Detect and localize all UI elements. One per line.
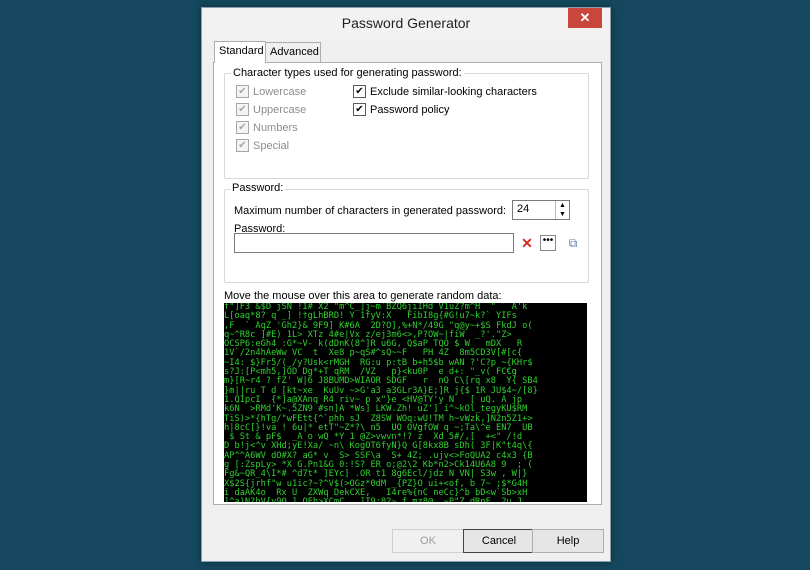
exclude-similar-check-icon: ✔: [353, 84, 366, 98]
numbers-checkbox[interactable]: ✔ Numbers: [236, 120, 298, 135]
password-policy-checkbox[interactable]: ✔ Password policy: [353, 102, 449, 117]
random-data-area[interactable]: f"]F3 &$D jSN !I# X2 "m^C_]j~m`BZQ6jiIHd…: [224, 303, 587, 502]
title-bar: Password Generator ✕: [202, 8, 610, 38]
reveal-password-icon[interactable]: •••: [540, 235, 556, 251]
exclude-similar-checkbox[interactable]: ✔ Exclude similar-looking characters: [353, 84, 537, 99]
max-length-label: Maximum number of characters in generate…: [234, 205, 507, 217]
lowercase-checkbox[interactable]: ✔ Lowercase: [236, 84, 306, 99]
character-types-legend: Character types used for generating pass…: [231, 67, 464, 79]
character-types-group: Character types used for generating pass…: [224, 67, 589, 179]
random-data-line: ]^a)N?bV{y9Q ] QFh>XCmC ]T9;82~ f mz8@ ~…: [224, 497, 587, 502]
clear-password-icon[interactable]: ✕: [517, 233, 537, 253]
password-policy-check-icon: ✔: [353, 102, 366, 116]
random-data-label: Move the mouse over this area to generat…: [224, 290, 502, 302]
password-group-legend: Password:: [230, 182, 286, 194]
tab-advanced[interactable]: Advanced: [265, 42, 321, 62]
spin-arrows-icon[interactable]: ▲ ▼: [555, 201, 569, 219]
cancel-button[interactable]: Cancel: [463, 529, 535, 553]
password-input[interactable]: [234, 233, 514, 253]
copy-password-icon[interactable]: ⧉: [563, 233, 583, 253]
help-button[interactable]: Help: [532, 529, 604, 553]
special-checkbox[interactable]: ✔ Special: [236, 138, 289, 153]
tab-standard[interactable]: Standard: [214, 41, 266, 63]
close-button[interactable]: ✕: [568, 8, 602, 28]
standard-tab-panel: Character types used for generating pass…: [213, 62, 602, 505]
lowercase-check-icon: ✔: [236, 84, 249, 98]
ok-button[interactable]: OK: [392, 529, 464, 553]
window-title: Password Generator: [341, 15, 471, 31]
uppercase-checkbox[interactable]: ✔ Uppercase: [236, 102, 306, 117]
special-check-icon: ✔: [236, 138, 249, 152]
uppercase-check-icon: ✔: [236, 102, 249, 116]
max-length-input[interactable]: 24 ▲ ▼: [512, 200, 570, 220]
password-generator-window: Password Generator ✕ Standard Advanced C…: [201, 7, 611, 562]
numbers-check-icon: ✔: [236, 120, 249, 134]
